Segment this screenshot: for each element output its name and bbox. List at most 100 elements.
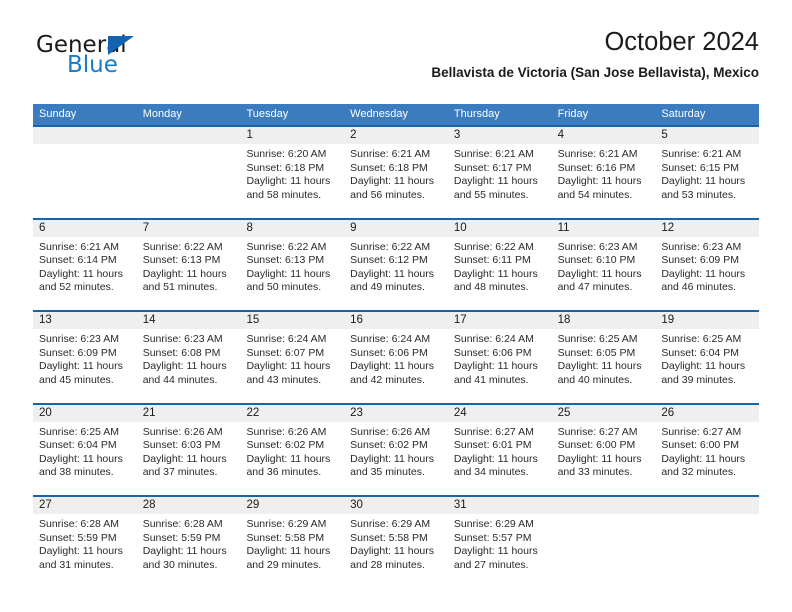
day-details: Sunrise: 6:25 AM Sunset: 6:05 PM Dayligh… — [552, 329, 656, 387]
daylight-text-line1: Daylight: 11 hours — [350, 267, 435, 280]
day-cell[interactable]: 21 Sunrise: 6:26 AM Sunset: 6:03 PM Dayl… — [136, 404, 241, 495]
day-details: Sunrise: 6:26 AM Sunset: 6:02 PM Dayligh… — [344, 422, 448, 480]
sunrise-text: Sunrise: 6:23 AM — [661, 240, 742, 253]
sunset-text: Sunset: 6:04 PM — [39, 439, 117, 452]
day-cell[interactable]: 8 Sunrise: 6:22 AM Sunset: 6:13 PM Dayli… — [240, 219, 345, 310]
sunset-text: Sunset: 6:17 PM — [453, 161, 532, 174]
day-cell[interactable]: 13 Sunrise: 6:23 AM Sunset: 6:09 PM Dayl… — [33, 312, 137, 403]
day-cell[interactable]: 10 Sunrise: 6:22 AM Sunset: 6:11 PM Dayl… — [447, 219, 552, 310]
daylight-text-line1: Daylight: 11 hours — [39, 360, 123, 373]
day-cell[interactable] — [33, 127, 137, 218]
day-cell[interactable]: 24 Sunrise: 6:27 AM Sunset: 6:01 PM Dayl… — [447, 404, 552, 495]
day-details: Sunrise: 6:23 AM Sunset: 6:10 PM Dayligh… — [552, 237, 656, 295]
sunrise-text: Sunrise: 6:28 AM — [39, 518, 119, 530]
day-number — [136, 127, 241, 144]
day-details: Sunrise: 6:20 AM Sunset: 6:18 PM Dayligh… — [240, 144, 344, 202]
day-cell[interactable]: 23 Sunrise: 6:26 AM Sunset: 6:02 PM Dayl… — [344, 404, 448, 495]
sunset-text: Sunset: 6:05 PM — [557, 346, 636, 359]
day-details — [33, 144, 137, 148]
day-cell[interactable]: 15 Sunrise: 6:24 AM Sunset: 6:07 PM Dayl… — [240, 312, 345, 403]
daylight-text-line1: Daylight: 11 hours — [350, 360, 435, 373]
day-cell[interactable]: 28 Sunrise: 6:28 AM Sunset: 5:59 PM Dayl… — [136, 497, 241, 588]
day-cell[interactable]: 17 Sunrise: 6:24 AM Sunset: 6:06 PM Dayl… — [447, 312, 552, 403]
daylight-text-line1: Daylight: 11 hours — [39, 267, 123, 280]
daylight-text-line2: and 38 minutes. — [39, 466, 114, 479]
day-cell[interactable]: 29 Sunrise: 6:29 AM Sunset: 5:58 PM Dayl… — [240, 497, 345, 588]
sunset-text: Sunset: 6:03 PM — [142, 439, 221, 452]
daylight-text-line2: and 56 minutes. — [350, 188, 425, 201]
daylight-text-line1: Daylight: 11 hours — [557, 360, 642, 373]
daylight-text-line2: and 48 minutes. — [453, 281, 529, 294]
day-cell[interactable]: 18 Sunrise: 6:25 AM Sunset: 6:05 PM Dayl… — [551, 312, 656, 403]
daylight-text-line1: Daylight: 11 hours — [557, 175, 642, 188]
day-cell[interactable]: 4 Sunrise: 6:21 AM Sunset: 6:16 PM Dayli… — [551, 127, 656, 218]
day-details: Sunrise: 6:21 AM Sunset: 6:14 PM Dayligh… — [33, 237, 137, 295]
day-cell[interactable]: 25 Sunrise: 6:27 AM Sunset: 6:00 PM Dayl… — [551, 404, 656, 495]
day-cell[interactable]: 30 Sunrise: 6:29 AM Sunset: 5:58 PM Dayl… — [344, 497, 448, 588]
day-cell[interactable]: 20 Sunrise: 6:25 AM Sunset: 6:04 PM Dayl… — [33, 404, 137, 495]
general-blue-logo[interactable]: General Blue — [36, 34, 236, 84]
sunrise-text: Sunrise: 6:25 AM — [661, 333, 742, 345]
sunset-text: Sunset: 5:58 PM — [246, 531, 325, 544]
day-cell[interactable]: 19 Sunrise: 6:25 AM Sunset: 6:04 PM Dayl… — [655, 312, 760, 403]
day-number: 28 — [136, 497, 241, 514]
day-number: 19 — [655, 312, 760, 329]
day-cell[interactable]: 7 Sunrise: 6:22 AM Sunset: 6:13 PM Dayli… — [136, 219, 241, 310]
daylight-text-line2: and 53 minutes. — [661, 188, 737, 201]
sunset-text: Sunset: 6:18 PM — [350, 161, 428, 174]
daylight-text-line1: Daylight: 11 hours — [246, 175, 331, 188]
sunrise-text: Sunrise: 6:23 AM — [557, 240, 638, 253]
day-details: Sunrise: 6:25 AM Sunset: 6:04 PM Dayligh… — [33, 422, 137, 480]
calendar-week-row: 27 Sunrise: 6:28 AM Sunset: 5:59 PM Dayl… — [33, 495, 760, 588]
day-number: 4 — [551, 127, 656, 144]
sunset-text: Sunset: 6:06 PM — [453, 346, 532, 359]
daylight-text-line2: and 42 minutes. — [350, 373, 425, 386]
daylight-text-line2: and 29 minutes. — [246, 558, 322, 571]
day-details: Sunrise: 6:27 AM Sunset: 6:01 PM Dayligh… — [448, 422, 552, 480]
day-cell[interactable] — [551, 497, 656, 588]
day-cell[interactable]: 14 Sunrise: 6:23 AM Sunset: 6:08 PM Dayl… — [136, 312, 241, 403]
day-number: 18 — [551, 312, 656, 329]
sunrise-text: Sunrise: 6:29 AM — [246, 518, 327, 530]
day-details: Sunrise: 6:22 AM Sunset: 6:13 PM Dayligh… — [240, 237, 344, 295]
day-cell[interactable]: 11 Sunrise: 6:23 AM Sunset: 6:10 PM Dayl… — [551, 219, 656, 310]
daylight-text-line1: Daylight: 11 hours — [661, 452, 746, 465]
sunset-text: Sunset: 5:57 PM — [453, 531, 532, 544]
day-number: 17 — [447, 312, 552, 329]
logo-text-blue: Blue — [67, 52, 118, 78]
calendar-grid: Sunday Monday Tuesday Wednesday Thursday… — [33, 104, 760, 588]
day-cell[interactable]: 5 Sunrise: 6:21 AM Sunset: 6:15 PM Dayli… — [655, 127, 760, 218]
day-details: Sunrise: 6:26 AM Sunset: 6:03 PM Dayligh… — [137, 422, 241, 480]
day-cell[interactable]: 9 Sunrise: 6:22 AM Sunset: 6:12 PM Dayli… — [344, 219, 448, 310]
daylight-text-line1: Daylight: 11 hours — [350, 175, 435, 188]
day-number: 5 — [655, 127, 760, 144]
day-cell[interactable] — [655, 497, 760, 588]
day-cell[interactable]: 31 Sunrise: 6:29 AM Sunset: 5:57 PM Dayl… — [447, 497, 552, 588]
day-details: Sunrise: 6:29 AM Sunset: 5:58 PM Dayligh… — [240, 514, 344, 572]
day-cell[interactable]: 26 Sunrise: 6:27 AM Sunset: 6:00 PM Dayl… — [655, 404, 760, 495]
day-cell[interactable]: 6 Sunrise: 6:21 AM Sunset: 6:14 PM Dayli… — [33, 219, 137, 310]
daylight-text-line2: and 27 minutes. — [453, 558, 529, 571]
day-cell[interactable]: 1 Sunrise: 6:20 AM Sunset: 6:18 PM Dayli… — [240, 127, 345, 218]
sunset-text: Sunset: 6:15 PM — [661, 161, 739, 174]
day-cell[interactable]: 3 Sunrise: 6:21 AM Sunset: 6:17 PM Dayli… — [447, 127, 552, 218]
day-cell[interactable]: 27 Sunrise: 6:28 AM Sunset: 5:59 PM Dayl… — [33, 497, 137, 588]
daylight-text-line1: Daylight: 11 hours — [142, 545, 227, 558]
day-cell[interactable] — [136, 127, 241, 218]
sunrise-text: Sunrise: 6:23 AM — [142, 333, 223, 345]
day-cell[interactable]: 2 Sunrise: 6:21 AM Sunset: 6:18 PM Dayli… — [344, 127, 448, 218]
sunset-text: Sunset: 6:16 PM — [557, 161, 636, 174]
day-cell[interactable]: 12 Sunrise: 6:23 AM Sunset: 6:09 PM Dayl… — [655, 219, 760, 310]
day-number: 15 — [240, 312, 345, 329]
sunrise-text: Sunrise: 6:27 AM — [453, 425, 534, 438]
day-number: 1 — [240, 127, 345, 144]
day-cell[interactable]: 16 Sunrise: 6:24 AM Sunset: 6:06 PM Dayl… — [344, 312, 448, 403]
weekday-header-tuesday: Tuesday — [246, 108, 289, 120]
sunrise-text: Sunrise: 6:26 AM — [246, 425, 327, 438]
sunset-text: Sunset: 6:02 PM — [350, 439, 428, 452]
daylight-text-line1: Daylight: 11 hours — [246, 267, 331, 280]
day-cell[interactable]: 22 Sunrise: 6:26 AM Sunset: 6:02 PM Dayl… — [240, 404, 345, 495]
daylight-text-line1: Daylight: 11 hours — [661, 360, 746, 373]
daylight-text-line2: and 43 minutes. — [246, 373, 322, 386]
weekday-header-saturday: Saturday — [661, 108, 706, 120]
